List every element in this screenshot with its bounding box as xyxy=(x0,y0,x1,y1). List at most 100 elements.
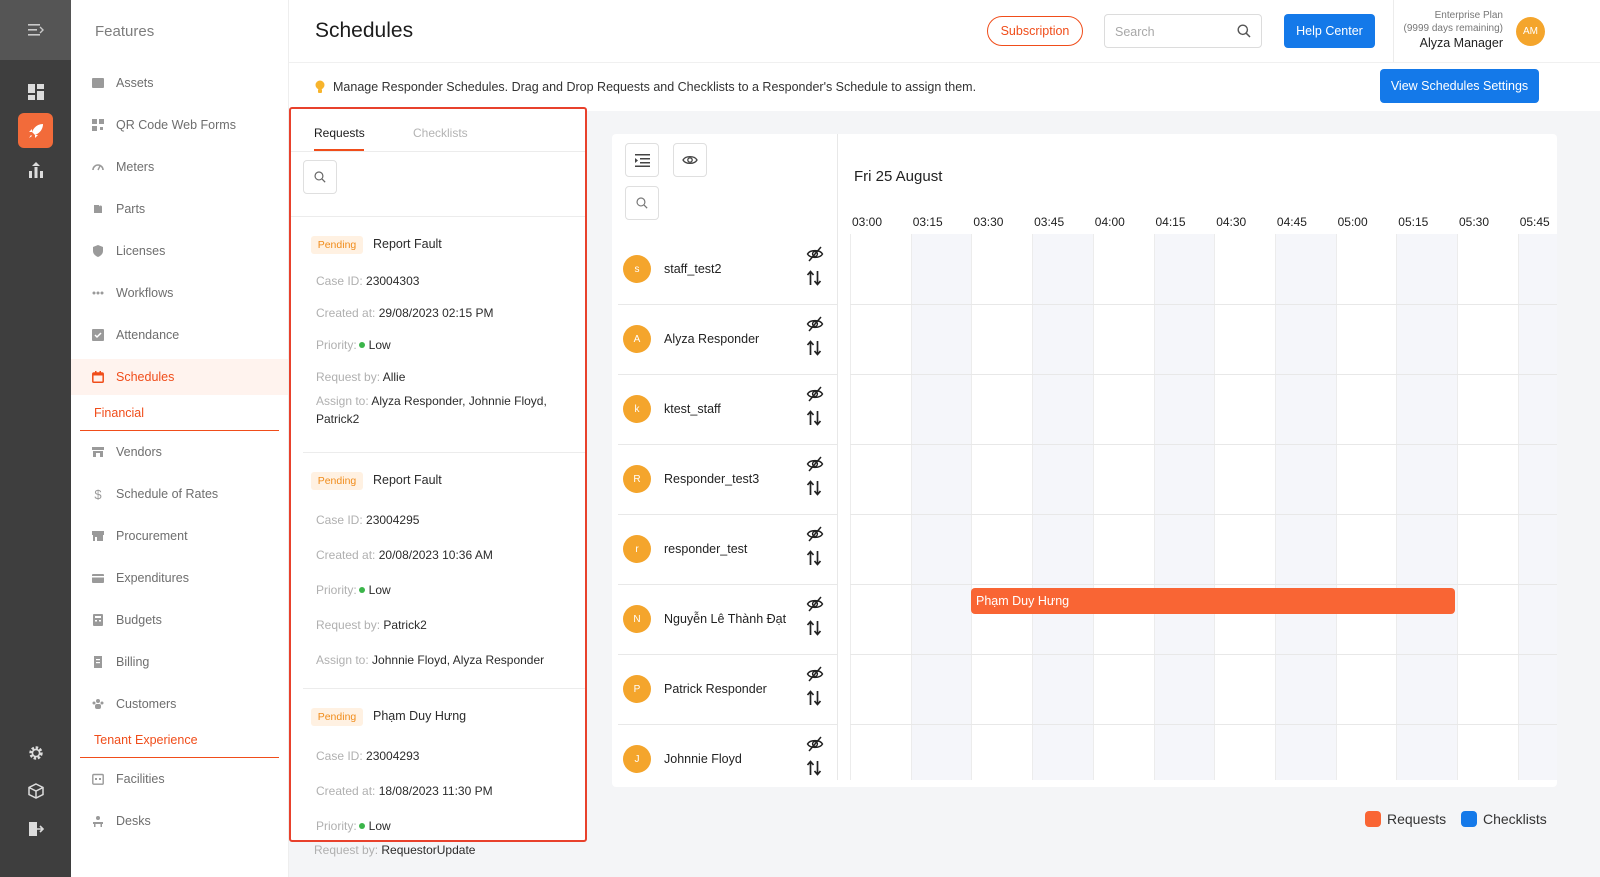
avatar[interactable]: AM xyxy=(1516,17,1545,46)
legend-swatch xyxy=(1461,811,1477,827)
search-input[interactable] xyxy=(1115,23,1225,41)
collapse-menu-button[interactable] xyxy=(0,0,71,60)
tab-requests[interactable]: Requests xyxy=(314,126,365,140)
sort-icon[interactable] xyxy=(806,480,822,496)
eye-off-icon[interactable] xyxy=(806,526,824,542)
sort-icon[interactable] xyxy=(806,760,822,776)
logout-nav-button[interactable] xyxy=(18,811,53,846)
sidebar-item-qr-code-web-forms[interactable]: QR Code Web Forms xyxy=(71,107,288,143)
responder-row[interactable]: s staff_test2 xyxy=(618,234,837,304)
dashboard-nav-button[interactable] xyxy=(18,74,53,109)
desk-icon xyxy=(91,814,105,828)
time-slot-column[interactable] xyxy=(1214,234,1275,780)
schedule-grid[interactable] xyxy=(850,234,1557,780)
reports-nav-button[interactable] xyxy=(18,152,53,187)
user-name: Alyza Manager xyxy=(1419,36,1503,50)
responder-row[interactable]: A Alyza Responder xyxy=(618,304,837,374)
sidebar-item-workflows[interactable]: Workflows xyxy=(71,275,288,311)
time-slot-column[interactable] xyxy=(1274,234,1336,780)
sort-icon[interactable] xyxy=(806,620,822,636)
modules-nav-button[interactable] xyxy=(18,773,53,808)
sidebar-item-billing[interactable]: Billing xyxy=(71,644,288,680)
sidebar-item-customers[interactable]: Customers xyxy=(71,686,288,722)
time-label: 05:45 xyxy=(1519,215,1550,229)
row-divider xyxy=(618,654,837,655)
responder-row[interactable]: J Johnnie Floyd xyxy=(618,724,837,794)
time-slot-column[interactable] xyxy=(971,234,1032,780)
eye-off-icon[interactable] xyxy=(806,246,824,262)
sidebar-item-parts[interactable]: Parts xyxy=(71,191,288,227)
help-center-button[interactable]: Help Center xyxy=(1284,14,1375,48)
time-slot-column[interactable] xyxy=(1457,234,1518,780)
status-badge: Pending xyxy=(311,472,363,490)
eye-off-icon[interactable] xyxy=(806,316,824,332)
field-label: Assign to: xyxy=(316,394,369,408)
avatar: R xyxy=(623,465,651,493)
eye-off-icon[interactable] xyxy=(806,666,824,682)
account-info[interactable]: Enterprise Plan (9999 days remaining) Al… xyxy=(1404,10,1504,50)
legend-checklists: Checklists xyxy=(1461,811,1547,827)
sidebar-item-desks[interactable]: Desks xyxy=(71,803,288,839)
responder-row[interactable]: r responder_test xyxy=(618,514,837,584)
time-slot-column[interactable] xyxy=(1153,234,1215,780)
responder-row[interactable]: P Patrick Responder xyxy=(618,654,837,724)
request-card[interactable]: Pending Phạm Duy Hưng Case ID: 23004293 … xyxy=(291,689,585,840)
sidebar-item-meters[interactable]: Meters xyxy=(71,149,288,185)
time-slot-column[interactable] xyxy=(1336,234,1397,780)
time-slot-column[interactable] xyxy=(1517,234,1557,780)
time-slot-column[interactable] xyxy=(1396,234,1457,780)
sidebar-item-label: Schedules xyxy=(116,370,175,384)
sidebar-item-label: Procurement xyxy=(116,529,188,543)
legend-label: Checklists xyxy=(1483,811,1547,827)
field-label: Created at: xyxy=(316,784,376,798)
sort-icon[interactable] xyxy=(806,270,822,286)
sidebar-item-attendance[interactable]: Attendance xyxy=(71,317,288,353)
subscription-button[interactable]: Subscription xyxy=(987,16,1083,46)
priority-field: Priority: Low xyxy=(316,819,391,833)
sort-icon[interactable] xyxy=(806,410,822,426)
schedule-event[interactable]: Phạm Duy Hưng xyxy=(971,588,1455,614)
visibility-toggle-button[interactable] xyxy=(673,143,707,177)
time-slot-column[interactable] xyxy=(1093,234,1154,780)
divider xyxy=(837,134,838,780)
eye-off-icon[interactable] xyxy=(806,596,824,612)
time-slot-column[interactable] xyxy=(910,234,972,780)
panel-search-button[interactable] xyxy=(303,160,337,194)
view-schedules-settings-button[interactable]: View Schedules Settings xyxy=(1380,69,1539,103)
settings-nav-button[interactable] xyxy=(18,735,53,770)
responder-row[interactable]: R Responder_test3 xyxy=(618,444,837,514)
header-divider xyxy=(1393,0,1394,62)
toggle-list-button[interactable] xyxy=(625,143,659,177)
search-icon[interactable] xyxy=(1237,24,1251,38)
sidebar-item-schedules[interactable]: Schedules xyxy=(71,359,288,395)
top-header: Schedules Subscription Help Center Enter… xyxy=(289,0,1600,62)
sidebar-item-label: Customers xyxy=(116,697,177,711)
sort-icon[interactable] xyxy=(806,340,822,356)
grid-row-line xyxy=(850,584,1557,585)
time-slot-column[interactable] xyxy=(850,234,911,780)
sidebar-item-expenditures[interactable]: Expenditures xyxy=(71,560,288,596)
sort-icon[interactable] xyxy=(806,550,822,566)
responder-row[interactable]: k ktest_staff xyxy=(618,374,837,444)
request-title: Phạm Duy Hưng xyxy=(373,709,467,723)
sidebar-item-facilities[interactable]: Facilities xyxy=(71,761,288,797)
sidebar-item-licenses[interactable]: Licenses xyxy=(71,233,288,269)
eye-off-icon[interactable] xyxy=(806,736,824,752)
eye-off-icon[interactable] xyxy=(806,386,824,402)
priority-dot xyxy=(358,823,365,830)
sidebar-item-label: Assets xyxy=(116,76,154,90)
responder-row[interactable]: N Nguyễn Lê Thành Đạt xyxy=(618,584,837,654)
responder-search-button[interactable] xyxy=(625,186,659,220)
sidebar-item-assets[interactable]: Assets xyxy=(71,65,288,101)
request-card[interactable]: Pending Report Fault Case ID: 23004295 C… xyxy=(291,453,585,689)
features-nav-button[interactable] xyxy=(18,113,53,148)
sidebar-item-schedule-of-rates[interactable]: $ Schedule of Rates xyxy=(71,476,288,512)
sidebar-item-vendors[interactable]: Vendors xyxy=(71,434,288,470)
time-slot-column[interactable] xyxy=(1032,234,1093,780)
sidebar-item-budgets[interactable]: Budgets xyxy=(71,602,288,638)
tab-checklists[interactable]: Checklists xyxy=(413,126,468,140)
calendar-icon xyxy=(91,370,105,384)
eye-off-icon[interactable] xyxy=(806,456,824,472)
sort-icon[interactable] xyxy=(806,690,822,706)
sidebar-item-procurement[interactable]: Procurement xyxy=(71,518,288,554)
